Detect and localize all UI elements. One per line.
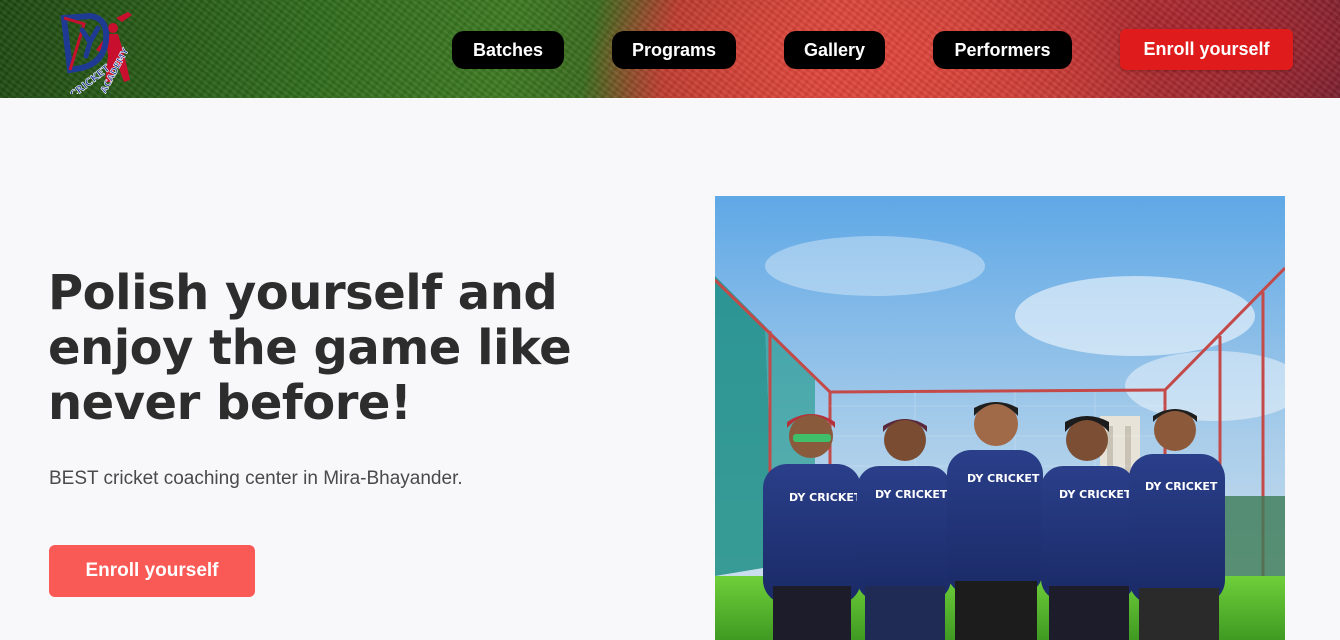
nav-batches[interactable]: Batches [452, 31, 564, 69]
hero-title-line: enjoy the game like [48, 320, 572, 376]
svg-text:DY CRICKET: DY CRICKET [967, 472, 1040, 485]
svg-text:DY CRICKET: DY CRICKET [1059, 488, 1132, 501]
nav-programs[interactable]: Programs [612, 31, 736, 69]
header-enroll-button[interactable]: Enroll yourself [1120, 29, 1293, 70]
hero-enroll-button[interactable]: Enroll yourself [49, 545, 255, 597]
header-banner: CRICKET ACADEMY Batches Programs Gallery… [0, 0, 1340, 98]
players-group: DY CRICKET DY CRICKET DY CRICKET DY CRIC… [763, 402, 1225, 640]
svg-text:DY CRICKET: DY CRICKET [789, 491, 862, 504]
svg-text:DY CRICKET: DY CRICKET [875, 488, 948, 501]
hero-subtitle: BEST cricket coaching center in Mira-Bha… [49, 468, 463, 489]
hero-title-line: Polish yourself and [48, 265, 558, 321]
nav-performers[interactable]: Performers [933, 31, 1072, 69]
hero-title-line: never before! [48, 375, 412, 431]
dy-monogram [60, 12, 110, 74]
svg-text:DY CRICKET: DY CRICKET [1145, 480, 1218, 493]
academy-logo[interactable]: CRICKET ACADEMY [56, 6, 146, 94]
nav-gallery[interactable]: Gallery [784, 31, 885, 69]
hero-title: Polish yourself and enjoy the game like … [48, 266, 608, 431]
team-photo: DY CRICKET DY CRICKET DY CRICKET DY CRIC… [715, 196, 1285, 640]
